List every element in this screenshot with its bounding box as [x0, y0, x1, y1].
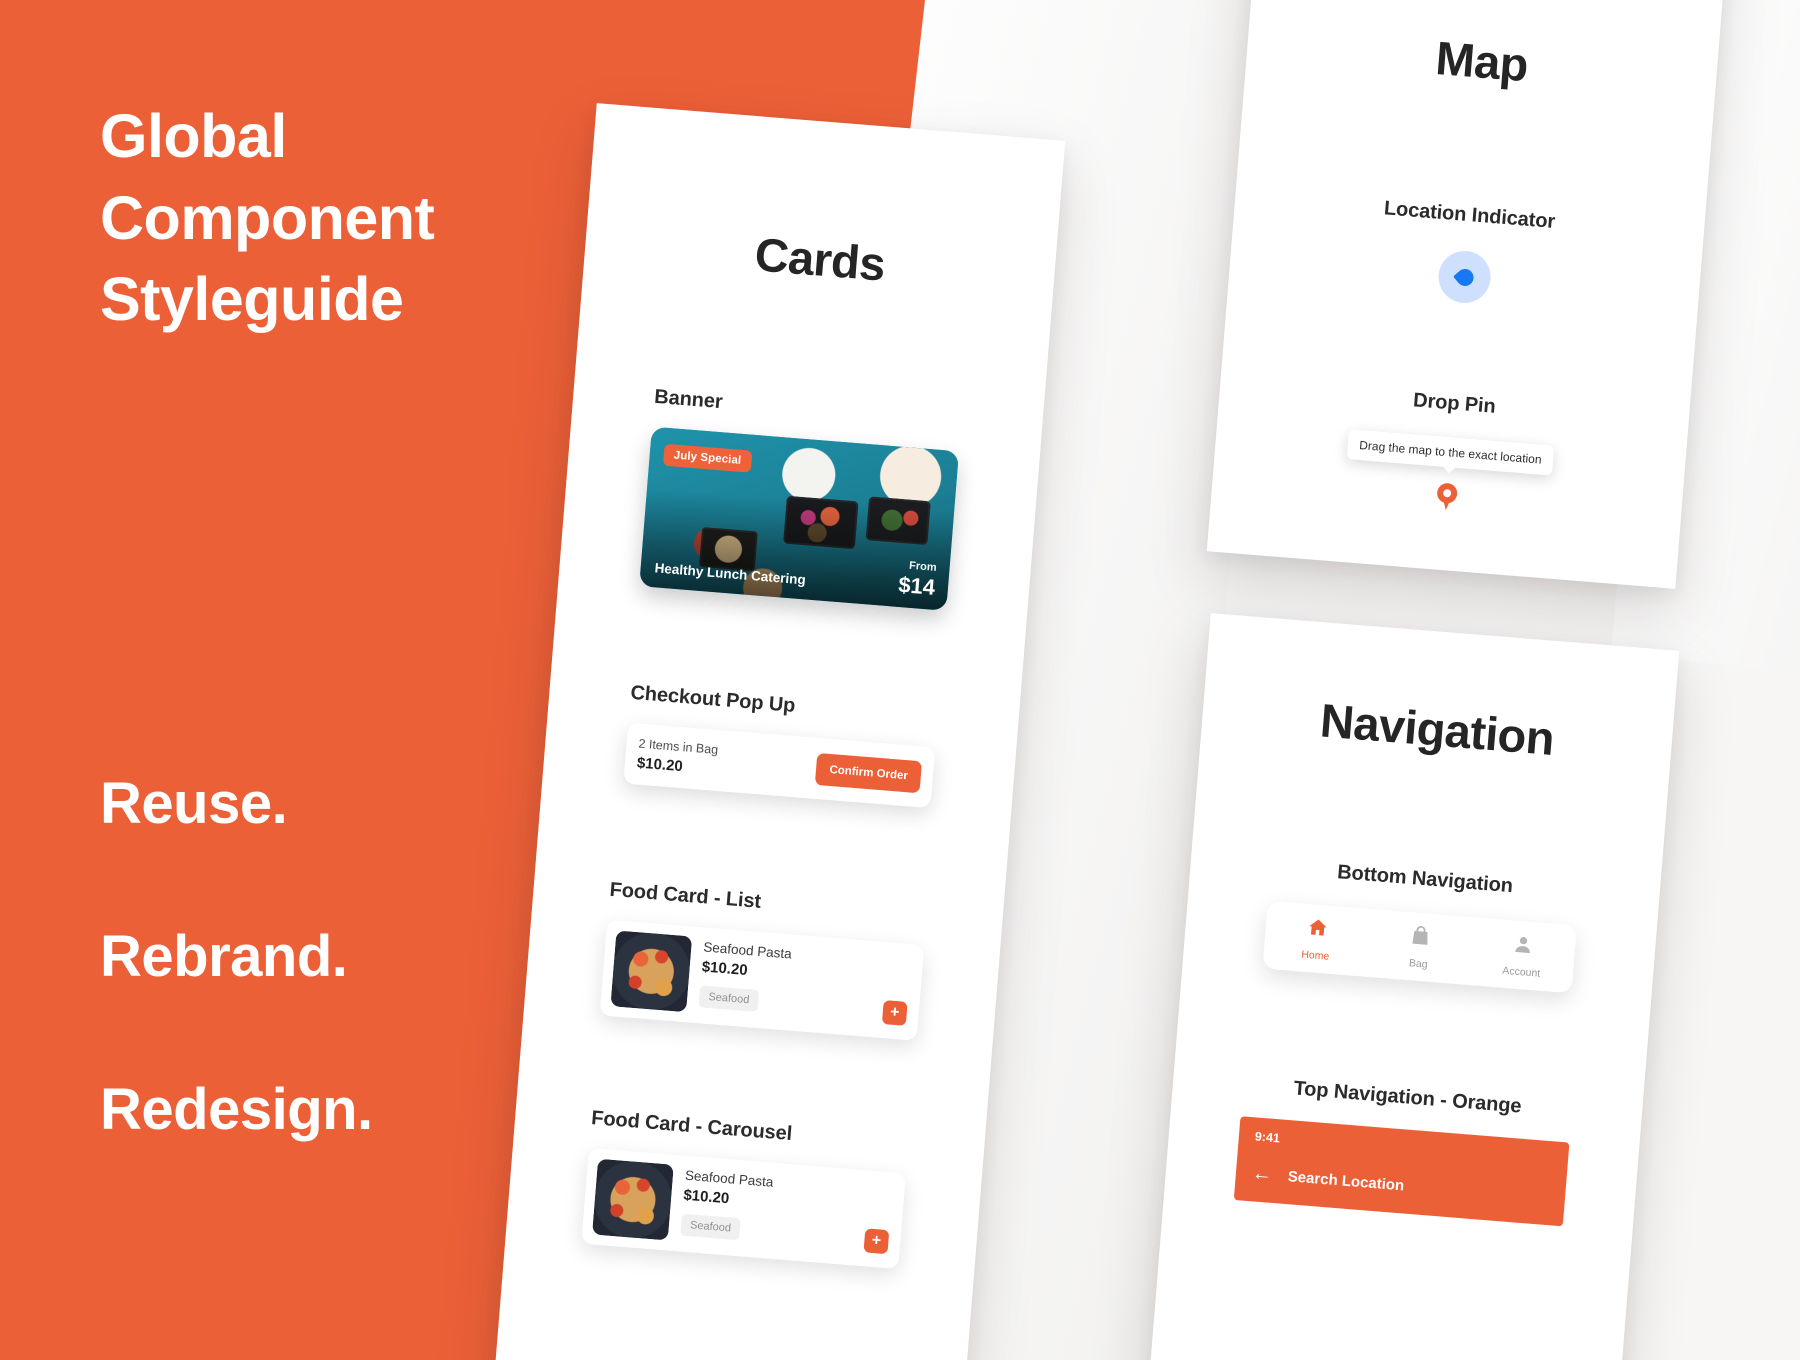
drop-pin-label: Drop Pin — [1412, 389, 1497, 418]
location-dot-icon — [1452, 264, 1477, 289]
tagline-reuse: Reuse. — [100, 771, 288, 836]
home-icon — [1305, 916, 1329, 945]
map-panel-title: Map — [1433, 31, 1531, 92]
confirm-order-button[interactable]: Confirm Order — [815, 752, 923, 793]
checkout-total: $10.20 — [636, 754, 684, 776]
add-to-bag-button-carousel[interactable]: + — [863, 1228, 890, 1255]
cards-panel-title: Cards — [752, 227, 887, 291]
location-indicator[interactable] — [1436, 248, 1493, 305]
food-card-list[interactable]: Seafood Pasta $10.20 Seafood + — [599, 919, 925, 1041]
bottom-navigation-bar: Home Bag Account — [1262, 900, 1577, 994]
bottom-nav-label-bag: Bag — [1408, 957, 1429, 971]
food-card-carousel-label: Food Card - Carousel — [590, 1107, 793, 1146]
bottom-nav-item-bag[interactable]: Bag — [1366, 921, 1473, 974]
drop-pin-tooltip: Drag the map to the exact location — [1346, 429, 1555, 476]
styleguide-canvas: Map Location Indicator Drop Pin Drag the… — [0, 0, 1800, 1360]
banner-label: Banner — [653, 385, 724, 414]
checkout-items-count: 2 Items in Bag — [637, 736, 719, 757]
bottom-nav-item-account[interactable]: Account — [1469, 929, 1576, 982]
account-icon — [1511, 932, 1535, 961]
status-bar-time: 9:41 — [1254, 1129, 1281, 1146]
banner-price-block: From $14 — [897, 560, 937, 600]
checkout-summary: 2 Items in Bag $10.20 — [636, 737, 718, 778]
add-to-bag-button[interactable]: + — [881, 1000, 908, 1026]
arrow-left-icon[interactable]: ← — [1251, 1162, 1273, 1186]
top-navigation-title: Search Location — [1287, 1167, 1405, 1194]
map-pin-icon[interactable] — [1436, 482, 1458, 512]
food-card-list-label: Food Card - List — [608, 878, 762, 913]
food-card-list-meta: Seafood Pasta $10.20 Seafood — [698, 937, 914, 1024]
bag-icon — [1408, 924, 1432, 953]
tagline-redesign: Redesign. — [100, 1077, 373, 1142]
banner-price-amount: $14 — [897, 571, 937, 600]
navigation-panel: Navigation Bottom Navigation Home Bag Ac… — [1149, 613, 1680, 1360]
food-thumbnail-image — [610, 930, 693, 1013]
location-indicator-label: Location Indicator — [1383, 197, 1556, 233]
page-title: Global Component Styleguide — [100, 102, 435, 334]
bottom-nav-label-account: Account — [1501, 964, 1541, 980]
food-card-carousel-meta: Seafood Pasta $10.20 Seafood — [680, 1166, 895, 1253]
bottom-nav-label-home: Home — [1300, 948, 1330, 963]
food-thumbnail-image-carousel — [592, 1158, 674, 1241]
hero-taglines: Reuse. Rebrand. Redesign. — [100, 770, 373, 1143]
bottom-navigation-label: Bottom Navigation — [1336, 861, 1514, 898]
top-navigation-label: Top Navigation - Orange — [1292, 1077, 1523, 1118]
bottom-nav-item-home[interactable]: Home — [1263, 913, 1370, 966]
checkout-label: Checkout Pop Up — [629, 681, 797, 717]
checkout-popup-card: 2 Items in Bag $10.20 Confirm Order — [623, 722, 936, 809]
map-panel: Map Location Indicator Drop Pin Drag the… — [1206, 0, 1731, 589]
tagline-rebrand: Rebrand. — [100, 924, 348, 989]
food-category-tag-carousel: Seafood — [680, 1213, 741, 1241]
food-card-carousel[interactable]: Seafood Pasta $10.20 Seafood + — [581, 1147, 906, 1270]
banner-card[interactable]: July Special Healthy Lunch Catering From… — [639, 426, 960, 611]
navigation-panel-title: Navigation — [1318, 693, 1557, 765]
top-navigation-bar: 9:41 ← Search Location — [1233, 1116, 1570, 1227]
food-category-tag: Seafood — [698, 985, 760, 1012]
